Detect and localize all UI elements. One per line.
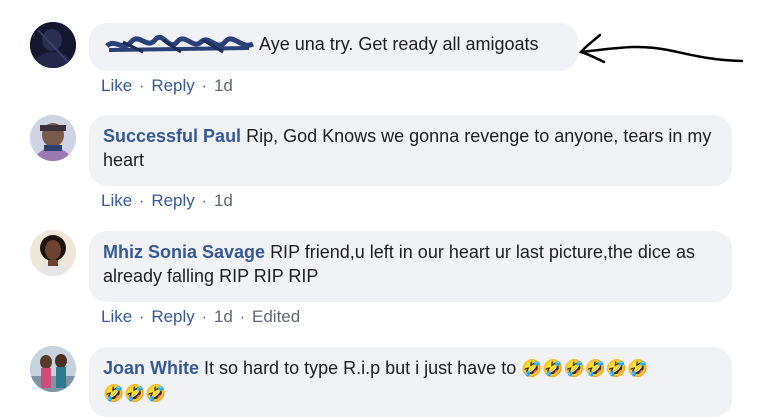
timestamp[interactable]: 1d bbox=[214, 307, 233, 326]
avatar-image bbox=[30, 230, 76, 276]
separator: · bbox=[239, 307, 246, 326]
scribble-redaction-icon bbox=[103, 34, 255, 56]
avatar-image bbox=[30, 346, 76, 392]
timestamp[interactable]: 1d bbox=[214, 76, 233, 95]
separator: · bbox=[201, 307, 208, 326]
rofl-emoji-icon: 🤣🤣🤣 bbox=[103, 384, 167, 404]
reply-link[interactable]: Reply bbox=[151, 191, 194, 210]
rofl-emoji-icon: 🤣🤣🤣🤣🤣🤣 bbox=[521, 359, 649, 379]
comment-bubble: Joan White It so hard to type R.i.p but … bbox=[89, 347, 732, 417]
separator: · bbox=[201, 76, 208, 95]
separator: · bbox=[138, 191, 145, 210]
edited-label[interactable]: Edited bbox=[252, 307, 300, 326]
like-link[interactable]: Like bbox=[101, 307, 132, 326]
avatar[interactable] bbox=[30, 346, 76, 392]
reply-link[interactable]: Reply bbox=[151, 76, 194, 95]
comment-text: It so hard to type R.i.p but i just have… bbox=[204, 358, 517, 378]
avatar[interactable] bbox=[30, 230, 76, 276]
avatar[interactable] bbox=[30, 115, 76, 161]
comment-author[interactable]: Mhiz Sonia Savage bbox=[103, 242, 265, 262]
comment-actions: Like · Reply · 1d bbox=[101, 191, 233, 211]
separator: · bbox=[201, 191, 208, 210]
comment-bubble: Aye una try. Get ready all amigoats bbox=[89, 23, 578, 71]
avatar-image bbox=[30, 115, 76, 161]
avatar[interactable] bbox=[30, 22, 76, 68]
comment-author[interactable]: Successful Paul bbox=[103, 126, 241, 146]
arrow-annotation-icon bbox=[578, 33, 744, 64]
comment-actions: Like · Reply · 1d · Edited bbox=[101, 307, 300, 327]
separator: · bbox=[138, 307, 145, 326]
comment-bubble: Successful Paul Rip, God Knows we gonna … bbox=[89, 115, 732, 186]
comment-author[interactable]: Joan White bbox=[103, 358, 199, 378]
like-link[interactable]: Like bbox=[101, 191, 132, 210]
avatar-image bbox=[30, 22, 76, 68]
comment-text: Aye una try. Get ready all amigoats bbox=[259, 34, 539, 54]
separator: · bbox=[138, 76, 145, 95]
comment-actions: Like · Reply · 1d bbox=[101, 76, 233, 96]
comment-bubble: Mhiz Sonia Savage RIP friend,u left in o… bbox=[89, 231, 732, 302]
timestamp[interactable]: 1d bbox=[214, 191, 233, 210]
reply-link[interactable]: Reply bbox=[151, 307, 194, 326]
like-link[interactable]: Like bbox=[101, 76, 132, 95]
